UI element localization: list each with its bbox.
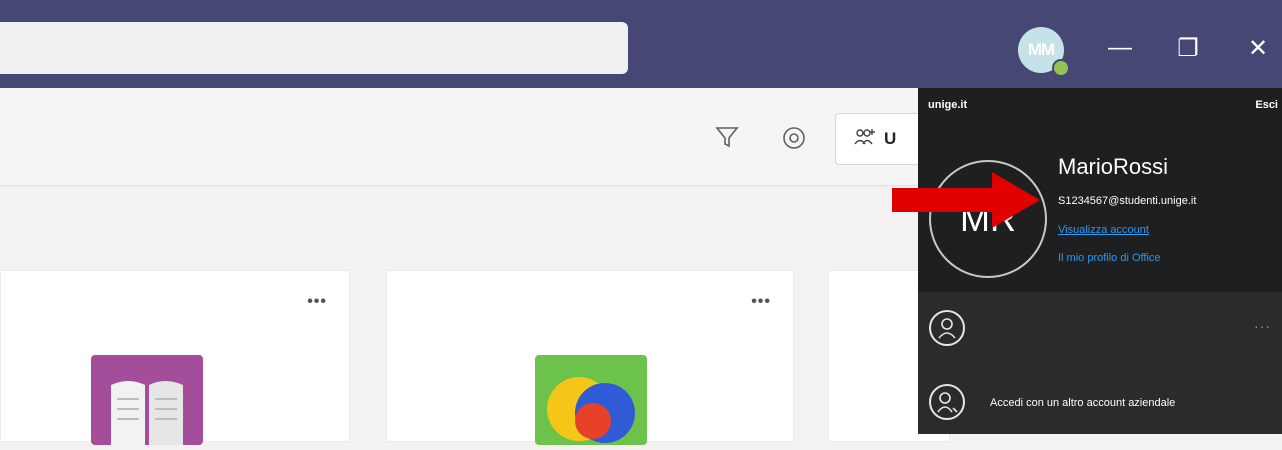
team-card[interactable]: •••	[386, 270, 794, 445]
sign-in-other-account-link[interactable]: Accedi con un altro account aziendale	[990, 397, 1175, 409]
maximize-button[interactable]: ❐	[1166, 28, 1210, 68]
other-accounts-section	[918, 292, 1282, 434]
more-options-icon[interactable]: •••	[751, 293, 771, 311]
filter-icon[interactable]	[714, 124, 740, 157]
organization-label: unige.it	[928, 99, 968, 111]
team-card[interactable]: •••	[0, 270, 350, 445]
book-icon	[91, 355, 203, 445]
gear-icon[interactable]	[780, 124, 808, 159]
search-input[interactable]	[0, 22, 628, 74]
account-more-icon[interactable]: ···	[1254, 318, 1271, 334]
account-name: MarioRossi	[1058, 154, 1169, 179]
office-profile-link[interactable]: Il mio profilo di Office	[1058, 252, 1161, 264]
people-add-icon	[854, 128, 876, 151]
circles-icon	[535, 355, 647, 445]
presence-available-icon	[1052, 59, 1070, 77]
view-account-link[interactable]: Visualizza account	[1058, 224, 1149, 236]
account-email: S1234567@studenti.unige.it	[1058, 195, 1197, 207]
minimize-button[interactable]: —	[1098, 28, 1142, 68]
sign-out-link[interactable]: Esci	[1255, 99, 1278, 111]
annotation-arrow-icon	[892, 172, 1040, 228]
add-account-icon[interactable]	[929, 384, 965, 420]
manage-teams-button[interactable]: U	[835, 113, 925, 165]
close-button[interactable]: ✕	[1236, 28, 1280, 68]
person-icon[interactable]	[929, 310, 965, 346]
more-options-icon[interactable]: •••	[307, 293, 327, 311]
manage-button-label: U	[884, 129, 897, 148]
